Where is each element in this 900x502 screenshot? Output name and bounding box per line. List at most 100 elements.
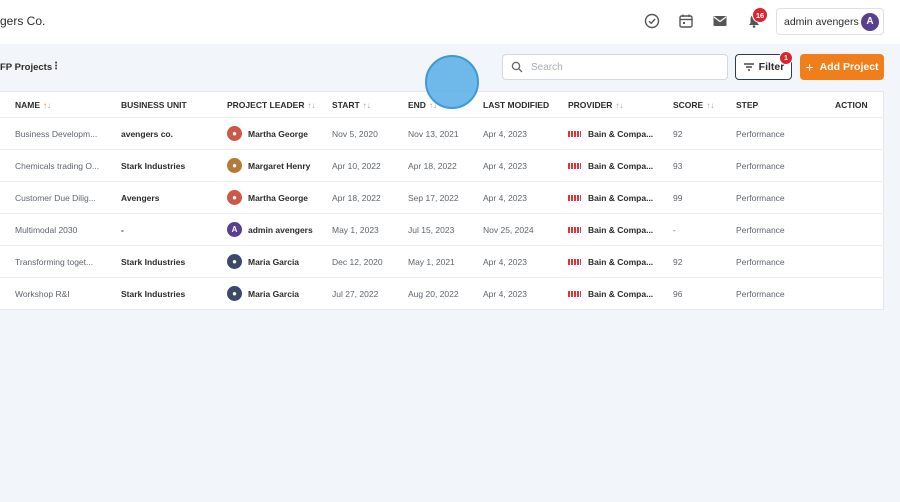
project-leader: ● Maria Garcia [227, 286, 299, 301]
provider: Bain & Compa... [568, 193, 658, 203]
provider: Bain & Compa... [568, 129, 658, 139]
leader-avatar: ● [227, 158, 242, 173]
start-date: Dec 12, 2020 [332, 257, 383, 267]
provider-logo-icon [568, 291, 581, 297]
end-date: Sep 17, 2022 [408, 193, 459, 203]
score: 96 [673, 289, 683, 299]
projects-table: NAME ↑↓ BUSINESS UNIT PROJECT LEADER ↑↓ ST… [0, 91, 884, 310]
start-date: Apr 18, 2022 [332, 193, 381, 203]
business-unit: avengers co. [121, 129, 173, 139]
provider-logo-icon [568, 227, 581, 233]
plus-icon: + [805, 59, 814, 75]
step: Performance [736, 129, 785, 139]
end-date: Apr 18, 2022 [408, 161, 457, 171]
leader-avatar: A [227, 222, 242, 237]
more-options-icon[interactable]: ⋮ [51, 61, 61, 72]
search-input[interactable] [531, 61, 711, 73]
business-unit: Stark Industries [121, 289, 186, 299]
provider-logo-icon [568, 195, 581, 201]
end-date: Nov 13, 2021 [408, 129, 459, 139]
score: 93 [673, 161, 683, 171]
leader-avatar: ● [227, 126, 242, 141]
project-name[interactable]: Chemicals trading O... [15, 161, 115, 171]
brand-name: gers Co. [0, 14, 46, 28]
top-bar: gers Co. 16 admin avengers A [0, 0, 900, 44]
start-date: Apr 10, 2022 [332, 161, 381, 171]
end-date: Aug 20, 2022 [408, 289, 459, 299]
project-name[interactable]: Multimodal 2030 [15, 225, 115, 235]
table-row[interactable]: Chemicals trading O... Stark Industries … [0, 150, 884, 182]
table-row[interactable]: Customer Due Dilig... Avengers ● Martha … [0, 182, 884, 214]
table-row[interactable]: Multimodal 2030 - A admin avengers May 1… [0, 214, 884, 246]
project-leader: A admin avengers [227, 222, 313, 237]
leader-avatar: ● [227, 254, 242, 269]
provider-logo-icon [568, 163, 581, 169]
last-modified: Nov 25, 2024 [483, 225, 534, 235]
business-unit: - [121, 225, 124, 235]
provider: Bain & Compa... [568, 225, 658, 235]
check-circle-icon[interactable] [643, 12, 661, 30]
end-date: Jul 15, 2023 [408, 225, 455, 235]
step: Performance [736, 161, 785, 171]
provider: Bain & Compa... [568, 161, 658, 171]
provider-logo-icon [568, 259, 581, 265]
business-unit: Stark Industries [121, 161, 186, 171]
add-project-label: Add Project [819, 61, 879, 73]
score: 92 [673, 257, 683, 267]
user-menu-button[interactable]: admin avengers A [776, 8, 884, 35]
last-modified: Apr 4, 2023 [483, 129, 527, 139]
user-avatar-icon: A [861, 12, 879, 31]
mail-icon[interactable] [711, 12, 729, 30]
leader-avatar: ● [227, 286, 242, 301]
column-header-business-unit: BUSINESS UNIT [121, 100, 187, 110]
project-leader: ● Martha George [227, 190, 308, 205]
search-icon [511, 61, 523, 73]
notification-badge: 16 [752, 7, 768, 23]
project-name[interactable]: Business Developm... [15, 129, 115, 139]
calendar-icon[interactable] [677, 12, 695, 30]
project-name[interactable]: Customer Due Dilig... [15, 193, 115, 203]
column-header-name[interactable]: NAME ↑↓ [15, 100, 51, 110]
provider: Bain & Compa... [568, 289, 658, 299]
start-date: Jul 27, 2022 [332, 289, 379, 299]
filter-count-badge: 1 [779, 51, 793, 65]
table-row[interactable]: Transforming toget... Stark Industries ●… [0, 246, 884, 278]
column-header-action: ACTION [835, 100, 868, 110]
step: Performance [736, 225, 785, 235]
start-date: May 1, 2023 [332, 225, 379, 235]
leader-avatar: ● [227, 190, 242, 205]
column-header-project-leader[interactable]: PROJECT LEADER ↑↓ [227, 100, 315, 110]
project-leader: ● Margaret Henry [227, 158, 310, 173]
last-modified: Apr 4, 2023 [483, 289, 527, 299]
project-name[interactable]: Workshop R&I [15, 289, 115, 299]
step: Performance [736, 193, 785, 203]
table-row[interactable]: Workshop R&I Stark Industries ● Maria Ga… [0, 278, 884, 310]
column-header-score[interactable]: SCORE ↑↓ [673, 100, 714, 110]
end-date: May 1, 2021 [408, 257, 455, 267]
step: Performance [736, 289, 785, 299]
score: - [673, 225, 676, 235]
filter-icon [743, 63, 754, 71]
start-date: Nov 5, 2020 [332, 129, 378, 139]
business-unit: Stark Industries [121, 257, 186, 267]
project-name[interactable]: Transforming toget... [15, 257, 115, 267]
project-leader: ● Martha George [227, 126, 308, 141]
table-row[interactable]: Business Developm... avengers co. ● Mart… [0, 118, 884, 150]
step: Performance [736, 257, 785, 267]
column-header-end[interactable]: END ↑↓ [408, 100, 437, 110]
add-project-button[interactable]: + Add Project [800, 54, 884, 80]
table-header: NAME ↑↓ BUSINESS UNIT PROJECT LEADER ↑↓ ST… [0, 92, 884, 118]
search-box[interactable] [502, 54, 728, 80]
provider-logo-icon [568, 131, 581, 137]
user-name: admin avengers [784, 15, 859, 28]
score: 99 [673, 193, 683, 203]
last-modified: Apr 4, 2023 [483, 161, 527, 171]
last-modified: Apr 4, 2023 [483, 193, 527, 203]
section-title: FP Projects [0, 62, 53, 73]
project-leader: ● Maria Garcia [227, 254, 299, 269]
column-header-step: STEP [736, 100, 759, 110]
business-unit: Avengers [121, 193, 160, 203]
provider: Bain & Compa... [568, 257, 658, 267]
column-header-provider[interactable]: PROVIDER ↑↓ [568, 100, 623, 110]
column-header-start[interactable]: START ↑↓ [332, 100, 371, 110]
